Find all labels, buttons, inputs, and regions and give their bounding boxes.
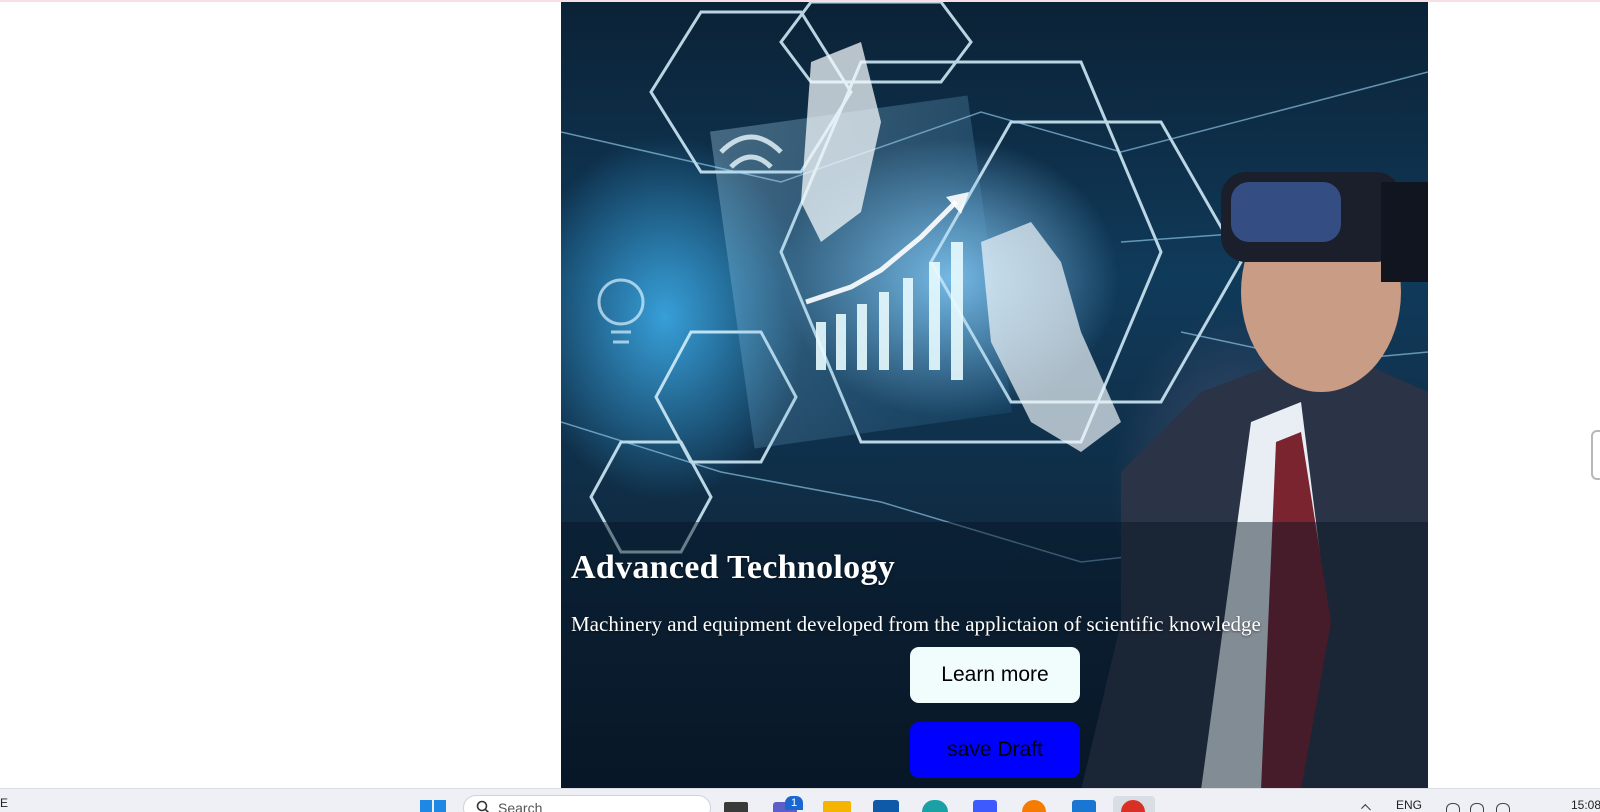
- vscode-blue-icon[interactable]: [973, 800, 997, 812]
- save-draft-button[interactable]: save Draft: [910, 722, 1080, 778]
- volume-icon[interactable]: [1470, 803, 1484, 812]
- hero-card: Advanced Technology Machinery and equipm…: [561, 2, 1428, 790]
- side-panel-handle[interactable]: [1591, 430, 1600, 480]
- language-indicator[interactable]: ENG: [1396, 798, 1422, 812]
- hero-title: Advanced Technology: [571, 549, 896, 586]
- search-placeholder: Search: [498, 800, 543, 812]
- taskbar-search-box[interactable]: Search: [463, 795, 711, 812]
- battery-icon[interactable]: [1496, 803, 1510, 812]
- search-icon: [476, 800, 490, 812]
- visual-studio-icon[interactable]: [1072, 800, 1096, 812]
- task-view-icon[interactable]: [724, 802, 748, 812]
- notification-badge: 1: [785, 796, 803, 810]
- taskbar-clock[interactable]: 15:08: [1571, 798, 1600, 812]
- store-icon[interactable]: [873, 800, 899, 812]
- hero-subtitle: Machinery and equipment developed from t…: [571, 612, 1261, 636]
- taskbar-edge-text: E: [0, 796, 9, 810]
- file-explorer-icon[interactable]: [823, 801, 851, 812]
- windows-start-icon[interactable]: [420, 798, 446, 812]
- page: Advanced Technology Machinery and equipm…: [0, 0, 1600, 812]
- learn-more-button[interactable]: Learn more: [910, 647, 1080, 703]
- wifi-icon[interactable]: [1446, 803, 1460, 812]
